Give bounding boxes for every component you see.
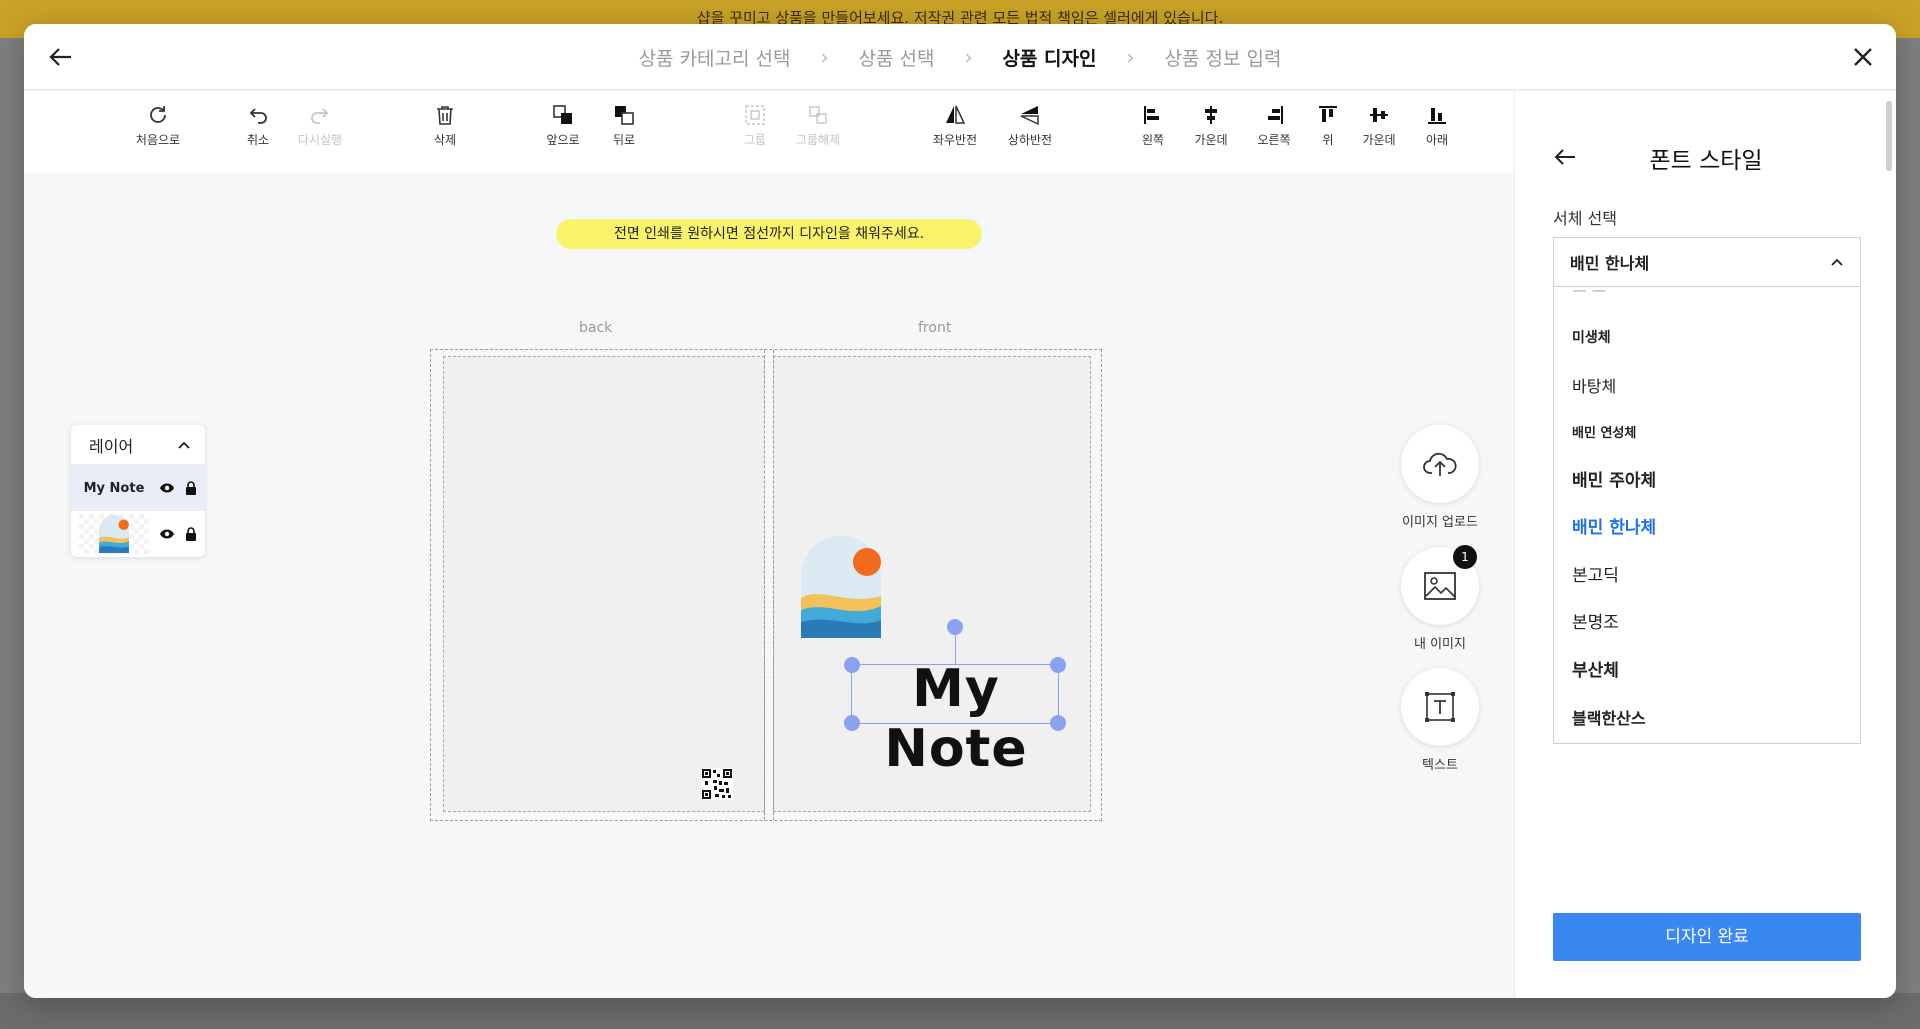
font-option[interactable]: 배민 주아체: [1554, 458, 1860, 506]
align-left-button[interactable]: 왼쪽: [1121, 103, 1185, 148]
layer-panel-header[interactable]: 레이어: [71, 425, 205, 465]
lock-icon[interactable]: [185, 481, 197, 495]
font-select-value: 배민 한나체: [1570, 254, 1650, 273]
align-bottom-button[interactable]: 아래: [1405, 103, 1469, 148]
modal-header: 상품 카테고리 선택 › 상품 선택 › 상품 디자인 › 상품 정보 입력: [24, 24, 1896, 90]
chevron-right-icon: ›: [964, 45, 973, 69]
my-images-circle[interactable]: 1: [1401, 545, 1479, 625]
layer-panel-title: 레이어: [89, 436, 134, 456]
text-selection-box[interactable]: My Note: [844, 619, 1066, 779]
bring-forward-icon: [553, 105, 572, 124]
flip-vertical-button[interactable]: 상하반전: [998, 103, 1062, 148]
step-product[interactable]: 상품 선택: [836, 44, 956, 71]
layer-item-text[interactable]: My Note: [71, 465, 205, 511]
back-side-label: back: [579, 320, 613, 336]
panel-scrollbar[interactable]: [1886, 101, 1892, 171]
refresh-icon: [150, 106, 166, 123]
font-option[interactable]: 바탕체: [1554, 363, 1860, 411]
chevron-right-icon: ›: [1126, 45, 1135, 69]
flip-vertical-icon: [1020, 106, 1039, 126]
qr-code-icon: [701, 768, 733, 800]
align-middle-icon: [1370, 108, 1388, 122]
undo-button[interactable]: 취소: [226, 103, 290, 148]
align-top-icon: [1319, 106, 1337, 122]
eye-icon[interactable]: [159, 528, 175, 540]
front-side-label: front: [918, 320, 952, 336]
chevron-right-icon: ›: [820, 45, 829, 69]
layer-thumb: My Note: [79, 468, 149, 508]
product-board[interactable]: My Note: [430, 349, 1102, 821]
ungroup-icon: [809, 106, 827, 124]
ungroup-button[interactable]: 그룹해제: [786, 103, 850, 148]
step-breadcrumb: 상품 카테고리 선택 › 상품 선택 › 상품 디자인 › 상품 정보 입력: [24, 24, 1896, 90]
panel-title: 폰트 스타일: [1649, 148, 1763, 174]
layer-item-image[interactable]: [71, 511, 205, 557]
step-category[interactable]: 상품 카테고리 선택: [617, 44, 813, 71]
redo-button[interactable]: 다시실행: [288, 103, 352, 148]
undo-icon: [249, 108, 267, 124]
image-upload-button[interactable]: 이미지 업로드: [1388, 425, 1492, 530]
back-panel[interactable]: [443, 356, 765, 812]
print-tip: 전면 인쇄를 원하시면 점선까지 디자인을 채워주세요.: [556, 219, 982, 249]
reset-button[interactable]: 처음으로: [126, 103, 190, 148]
flip-horizontal-icon: [946, 105, 966, 124]
font-option-selected[interactable]: 배민 한나체: [1554, 505, 1860, 553]
font-select[interactable]: 배민 한나체: [1553, 237, 1861, 287]
redo-icon: [311, 108, 329, 124]
font-option[interactable]: 부산체: [1554, 648, 1860, 696]
align-middle-v-button[interactable]: 가운데: [1347, 103, 1411, 148]
image-count-badge: 1: [1453, 545, 1477, 569]
close-icon[interactable]: [1848, 42, 1878, 72]
bring-forward-button[interactable]: 앞으로: [531, 103, 595, 148]
design-modal: 상품 카테고리 선택 › 상품 선택 › 상품 디자인 › 상품 정보 입력 처…: [24, 24, 1896, 998]
text-object[interactable]: My Note: [852, 659, 1060, 779]
font-style-panel: 폰트 스타일 서체 선택 배민 한나체 ㅡ ㅡ 미생체 바탕체 배민 연성체 배…: [1514, 91, 1896, 998]
chevron-up-icon: [1831, 258, 1843, 266]
send-backward-button[interactable]: 뒤로: [592, 103, 656, 148]
step-design[interactable]: 상품 디자인: [980, 44, 1118, 75]
edit-toolbar: 처음으로 취소 다시실행 삭제 앞으로 뒤로 그룹 그룹해제 좌우반전 상하반전…: [24, 91, 1514, 173]
font-option[interactable]: 미생체: [1554, 315, 1860, 363]
upload-circle[interactable]: [1401, 425, 1479, 503]
font-option[interactable]: 배민 연성체: [1554, 410, 1860, 458]
landscape-artwork[interactable]: [801, 536, 881, 638]
align-right-icon: [1268, 106, 1283, 124]
my-images-button[interactable]: 1 내 이미지: [1388, 545, 1492, 652]
flip-horizontal-button[interactable]: 좌우반전: [923, 103, 987, 148]
cloud-upload-icon: [1423, 452, 1457, 476]
align-left-icon: [1144, 106, 1159, 124]
font-option-list[interactable]: ㅡ ㅡ 미생체 바탕체 배민 연성체 배민 주아체 배민 한나체 본고딕 본명조…: [1553, 286, 1861, 744]
align-center-h-button[interactable]: 가운데: [1179, 103, 1243, 148]
layer-panel: 레이어 My Note: [71, 425, 205, 557]
landscape-thumbnail: [99, 515, 129, 553]
fold-line: [764, 350, 774, 820]
group-button[interactable]: 그룹: [723, 103, 787, 148]
backdrop-footer: [0, 993, 1920, 1029]
text-box-icon: [1425, 692, 1455, 722]
add-text-button[interactable]: 텍스트: [1388, 668, 1492, 773]
eye-icon[interactable]: [159, 482, 175, 494]
design-canvas-area: 전면 인쇄를 원하시면 점선까지 디자인을 채워주세요. back front: [24, 173, 1514, 998]
layer-thumb: [79, 514, 149, 554]
group-icon: [745, 105, 765, 125]
send-backward-icon: [615, 106, 634, 125]
chevron-up-icon[interactable]: [177, 438, 191, 452]
font-option[interactable]: 블랙한산스: [1554, 695, 1860, 743]
rotate-handle[interactable]: [947, 619, 963, 635]
align-bottom-icon: [1428, 108, 1446, 124]
align-center-icon: [1205, 106, 1217, 124]
design-complete-button[interactable]: 디자인 완료: [1553, 913, 1861, 961]
step-info[interactable]: 상품 정보 입력: [1142, 44, 1303, 71]
text-circle[interactable]: [1401, 668, 1479, 746]
lock-icon[interactable]: [185, 527, 197, 541]
image-icon: [1424, 572, 1456, 600]
delete-button[interactable]: 삭제: [413, 103, 477, 148]
font-option[interactable]: 본명조: [1554, 600, 1860, 648]
font-option-partial: ㅡ ㅡ: [1572, 287, 1607, 301]
font-select-label: 서체 선택: [1553, 209, 1617, 228]
trash-icon: [437, 106, 453, 125]
font-option[interactable]: 본고딕: [1554, 553, 1860, 601]
